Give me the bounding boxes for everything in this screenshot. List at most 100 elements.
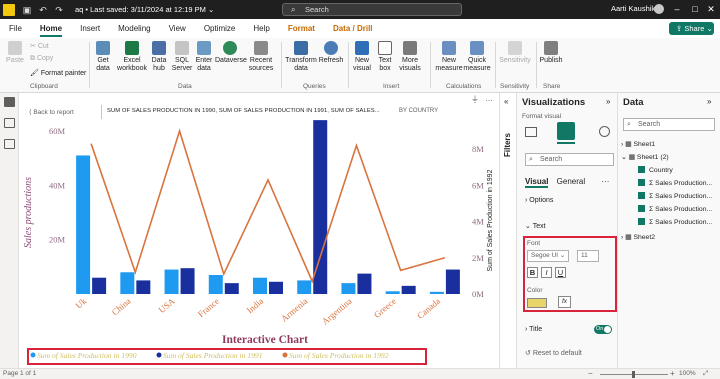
format-visual-icon[interactable] [557,122,575,140]
get-data-button[interactable]: Get data [91,41,115,73]
expand-filters-icon[interactable]: « [504,97,508,106]
tab-general[interactable]: General [557,177,585,186]
close-icon[interactable]: ✕ [700,0,720,19]
title-section[interactable]: › Title [525,326,542,333]
text-box-icon [378,41,392,55]
menu-data-drill[interactable]: Data / Drill [333,19,373,38]
title-toggle[interactable]: On [594,325,612,334]
checkbox-icon[interactable] [638,192,645,199]
y2-axis-tick-label: 4M [472,217,484,227]
new-visual-button[interactable]: New visual [351,41,373,73]
tree-item-sheet2[interactable]: › ▦ Sheet2 [621,233,655,241]
bold-button[interactable]: B [527,267,538,278]
format-painter-button[interactable]: 🖌 Format painter [30,69,86,77]
report-view-icon[interactable] [4,97,15,107]
font-size-input[interactable]: 11 [577,250,599,262]
more-visuals-button[interactable]: More visuals [396,41,424,73]
paste-button[interactable]: Paste [5,41,25,65]
italic-button[interactable]: I [541,267,552,278]
fx-button[interactable]: fx [558,296,571,308]
font-color-swatch[interactable] [527,298,547,308]
y2-axis-tick-label: 0M [472,289,484,299]
format-search-input[interactable]: ⌕ Search [525,153,614,166]
checkbox-icon[interactable] [638,179,645,186]
undo-icon[interactable]: ↶ [38,5,48,15]
recent-sources-button[interactable]: Recent sources [246,41,276,73]
tab-visual[interactable]: Visual [525,177,549,188]
build-visual-icon[interactable] [525,127,537,137]
tree-item-sheet1-2[interactable]: ⌄ ▦ Sheet1 (2) [621,153,669,161]
sensitivity-button[interactable]: Sensitivity [498,41,532,65]
report-canvas[interactable]: ⟨ Back to report SUM OF SALES PRODUCTION… [19,93,499,368]
text-box-button[interactable]: Text box [375,41,395,73]
share-button[interactable]: ⇪ Share ⌄ [669,22,714,35]
status-bar: Page 1 of 1 − + 100% ⤢ [0,368,720,379]
more-options-icon[interactable]: ··· [601,177,609,186]
enter-data-button[interactable]: Enter data [194,41,214,73]
quick-measure-button[interactable]: Quick measure [463,41,491,73]
field-sales-4[interactable]: Σ Sales Production... [638,218,712,226]
checkbox-icon[interactable] [638,218,645,225]
excel-workbook-button[interactable]: Excel workbook [116,41,148,73]
combo-chart[interactable]: 20M 40M 60M 0M 2M 4M 6M 8M Sales productions Sum … [19,93,499,368]
menu-help[interactable]: Help [253,19,269,38]
menu-optimize[interactable]: Optimize [204,19,236,38]
zoom-slider-handle[interactable] [632,371,635,378]
collapse-pane-icon[interactable]: » [707,97,711,106]
menu-home[interactable]: Home [39,19,63,38]
filters-pane-collapsed[interactable]: « Filters [499,93,516,368]
model-view-icon[interactable] [4,139,15,149]
cut-button[interactable]: ✂ Cut [30,42,49,50]
bar-1991 [313,120,328,294]
data-group-label: Data [178,83,192,90]
user-name[interactable]: Aarti Kaushik [611,4,655,13]
collapse-pane-icon[interactable]: » [606,97,610,106]
chart-title: Interactive Chart [222,334,308,346]
checkbox-icon[interactable] [638,205,645,212]
sql-server-button[interactable]: SQL Server [171,41,193,73]
menu-modeling[interactable]: Modeling [118,19,150,38]
menu-format[interactable]: Format [288,19,315,38]
refresh-button[interactable]: Refresh [317,41,345,65]
menu-insert[interactable]: Insert [80,19,100,38]
redo-icon[interactable]: ↷ [54,5,64,15]
field-sales-1[interactable]: Σ Sales Production... [638,179,712,187]
menu-file[interactable]: File [9,19,22,38]
tree-item-sheet1[interactable]: › ▦ Sheet1 [621,140,655,148]
fit-page-icon[interactable]: ⤢ [703,369,708,379]
ribbon-separator [430,42,431,88]
copy-button[interactable]: ⧉ Copy [30,55,53,63]
reset-default-button[interactable]: ↺ Reset to default [525,349,582,357]
visualizations-title: Visualizations [522,97,586,108]
y2-axis-tick-label: 8M [472,144,484,154]
analytics-icon[interactable] [599,126,610,137]
visualizations-pane: Visualizations » Format visual ⌕ Search … [516,93,618,368]
publish-button[interactable]: Publish [538,41,564,65]
search-icon: ⌕ [627,121,631,128]
save-icon[interactable]: ▣ [22,5,32,15]
data-hub-button[interactable]: Data hub [148,41,170,73]
color-label: Color [527,287,543,294]
avatar[interactable] [654,4,664,14]
page-indicator: Page 1 of 1 [3,370,37,377]
underline-button[interactable]: U [555,267,566,278]
font-family-select[interactable]: Segoe UI ⌄ [527,250,569,262]
zoom-in-icon[interactable]: + [670,369,675,379]
field-sales-2[interactable]: Σ Sales Production... [638,192,712,200]
bar-1990 [341,283,356,294]
transform-data-button[interactable]: Transform data [284,41,318,73]
bar-chart-icon [355,41,369,55]
zoom-out-icon[interactable]: − [588,369,593,379]
text-section[interactable]: ⌄ Text [525,222,546,230]
new-measure-button[interactable]: New measure [432,41,466,73]
transform-icon [294,41,308,55]
menu-view[interactable]: View [169,19,186,38]
checkbox-icon[interactable] [638,166,645,173]
field-sales-3[interactable]: Σ Sales Production... [638,205,712,213]
field-country[interactable]: Country [638,166,673,174]
table-view-icon[interactable] [4,118,15,128]
dataverse-button[interactable]: Dataverse [215,41,247,65]
global-search-box[interactable]: ⌕ Search [282,3,462,16]
options-section[interactable]: › Options [525,197,553,204]
data-search-input[interactable]: ⌕ Search [623,118,715,131]
